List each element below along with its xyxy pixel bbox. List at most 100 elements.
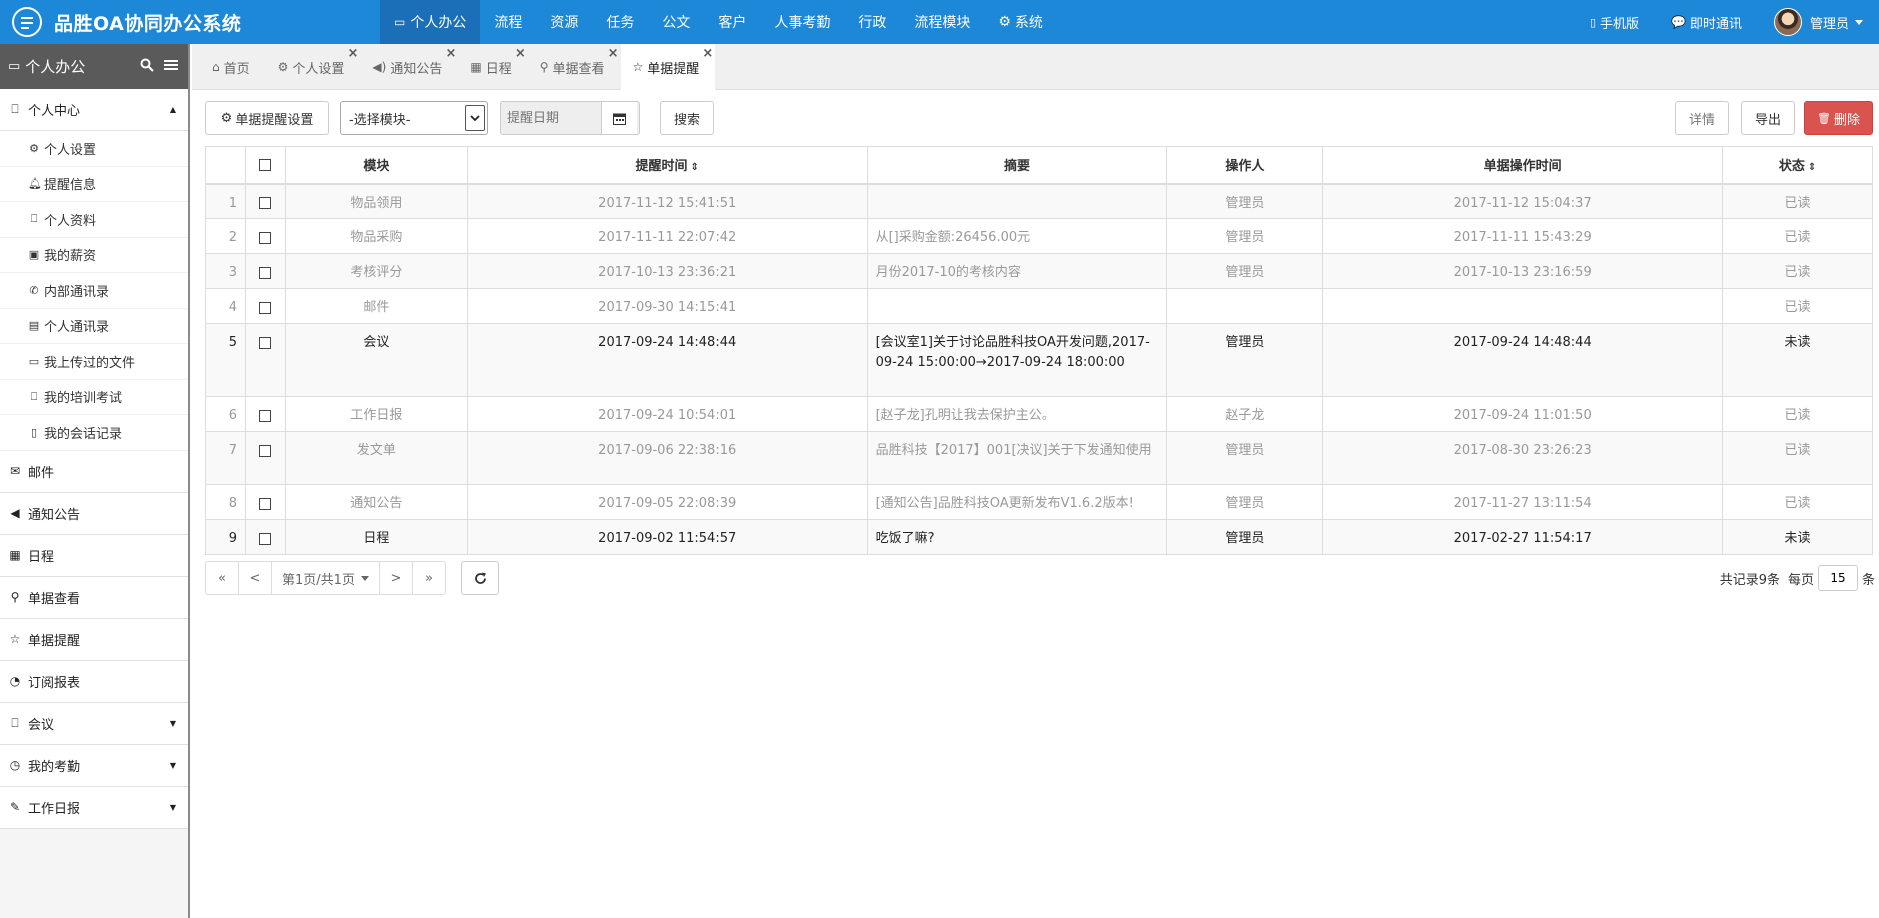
reminder-settings-button[interactable]: ⚙ 单据提醒设置: [205, 101, 329, 135]
sidebar-item-salary[interactable]: ▣ 我的薪资: [0, 237, 188, 273]
sidebar-group-document-view[interactable]: ⚲ 单据查看: [0, 576, 188, 619]
sidebar-item-uploaded-files[interactable]: ▭ 我上传过的文件: [0, 344, 188, 380]
table-row[interactable]: 6 工作日报 2017-09-24 10:54:01 [赵子龙]孔明让我去保护主…: [205, 396, 1873, 432]
cell-status: 已读: [1722, 431, 1873, 485]
last-page-button[interactable]: »: [412, 561, 446, 595]
tab-document-view[interactable]: ⚲ 单据查看 ×: [528, 44, 621, 90]
nav-item-hr[interactable]: 人事考勤: [760, 0, 844, 44]
select-all-checkbox[interactable]: [259, 158, 272, 171]
tab-personal-settings[interactable]: ⚙ 个人设置 ×: [266, 44, 361, 90]
first-page-button[interactable]: «: [205, 561, 239, 595]
row-checkbox[interactable]: [259, 301, 272, 314]
nav-item-workflow-modules[interactable]: 流程模块: [900, 0, 984, 44]
nav-item-personal-office[interactable]: ▭ 个人办公: [380, 0, 481, 44]
per-page-input[interactable]: [1817, 565, 1858, 591]
row-checkbox[interactable]: [259, 497, 272, 510]
header-remind-time[interactable]: 提醒时间 ⇕: [466, 146, 868, 185]
module-select[interactable]: -选择模块-: [340, 101, 488, 135]
page-select[interactable]: 第1页/共1页: [271, 561, 380, 595]
row-select[interactable]: [244, 431, 286, 485]
instant-messaging-link[interactable]: 💬 即时通讯: [1655, 0, 1758, 44]
module-select-value: -选择模块-: [349, 112, 411, 128]
sidebar-group-subscribed-reports[interactable]: ◔ 订阅报表: [0, 660, 188, 703]
close-icon[interactable]: ×: [348, 46, 359, 61]
sidebar-item-internal-contacts[interactable]: ✆ 内部通讯录: [0, 273, 188, 309]
remind-date-input[interactable]: [501, 102, 601, 134]
user-menu[interactable]: 管理员: [1758, 0, 1879, 44]
sidebar-group-notices[interactable]: ◀ 通知公告: [0, 492, 188, 535]
sidebar-item-reminders[interactable]: 🔔︎ 提醒信息: [0, 166, 188, 202]
calendar-icon[interactable]: [601, 102, 637, 134]
cell-op-time: 2017-09-24 14:48:44: [1322, 323, 1724, 397]
next-page-button[interactable]: >: [379, 561, 413, 595]
row-checkbox[interactable]: [259, 231, 272, 244]
row-checkbox[interactable]: [259, 336, 272, 349]
sidebar-group-mail[interactable]: ✉ 邮件: [0, 450, 188, 493]
sidebar-item-personal-contacts[interactable]: ▤ 个人通讯录: [0, 308, 188, 344]
sidebar-group-schedule[interactable]: ▦ 日程: [0, 534, 188, 577]
table-row[interactable]: 9 日程 2017-09-02 11:54:57 吃饭了嘛? 管理员 2017-…: [205, 519, 1873, 555]
sidebar-item-profile[interactable]: ⎕ 个人资料: [0, 202, 188, 238]
search-icon[interactable]: [140, 58, 154, 76]
row-select[interactable]: [244, 183, 286, 219]
sidebar-item-training-exams[interactable]: ⎕ 我的培训考试: [0, 379, 188, 415]
row-select[interactable]: [244, 253, 286, 289]
cell-summary: [866, 183, 1168, 219]
table-row[interactable]: 7 发文单 2017-09-06 22:38:16 品胜科技【2017】001[…: [205, 431, 1873, 485]
row-select[interactable]: [244, 484, 286, 520]
close-icon[interactable]: ×: [608, 46, 619, 61]
refresh-button[interactable]: [461, 561, 499, 595]
nav-item-customers[interactable]: 客户: [704, 0, 760, 44]
tab-document-reminder[interactable]: ☆ 单据提醒 ×: [620, 44, 716, 90]
cell-summary: [赵子龙]孔明让我去保护主公。: [866, 396, 1168, 432]
nav-item-tasks[interactable]: 任务: [592, 0, 648, 44]
close-icon[interactable]: ×: [702, 46, 713, 61]
row-select[interactable]: [244, 396, 286, 432]
sidebar-group-document-reminder[interactable]: ☆ 单据提醒: [0, 618, 188, 661]
table-row[interactable]: 4 邮件 2017-09-30 14:15:41 已读: [205, 288, 1873, 324]
nav-item-documents[interactable]: 公文: [648, 0, 704, 44]
tab-notices[interactable]: ◀) 通知公告 ×: [360, 44, 458, 90]
close-icon[interactable]: ×: [515, 46, 526, 61]
table-row[interactable]: 2 物品采购 2017-11-11 22:07:42 从[]采购金额:26456…: [205, 218, 1873, 254]
row-select[interactable]: [244, 288, 286, 324]
tab-schedule[interactable]: ▦ 日程 ×: [458, 44, 527, 90]
close-icon[interactable]: ×: [445, 46, 456, 61]
header-select-all[interactable]: [244, 146, 286, 185]
row-checkbox[interactable]: [259, 532, 272, 545]
chevron-down-icon: [360, 575, 369, 581]
export-button[interactable]: 导出: [1741, 101, 1795, 135]
prev-page-button[interactable]: <: [238, 561, 272, 595]
sidebar-item-personal-settings[interactable]: ⚙ 个人设置: [0, 131, 188, 167]
mobile-version-link[interactable]: ▯ 手机版: [1574, 0, 1655, 44]
sidebar-item-chat-history[interactable]: ▯ 我的会话记录: [0, 415, 188, 451]
row-select[interactable]: [244, 218, 286, 254]
row-select[interactable]: [244, 519, 286, 555]
header-status[interactable]: 状态 ⇕: [1722, 146, 1873, 185]
tab-home[interactable]: ⌂ 首页: [200, 44, 266, 90]
nav-item-resources[interactable]: 资源: [536, 0, 592, 44]
row-checkbox[interactable]: [259, 266, 272, 279]
search-button[interactable]: 搜索: [660, 101, 714, 135]
detail-button[interactable]: 详情: [1675, 101, 1729, 135]
table-row[interactable]: 8 通知公告 2017-09-05 22:08:39 [通知公告]品胜科技OA更…: [205, 484, 1873, 520]
brand[interactable]: 品胜OA协同办公系统: [0, 7, 380, 37]
nav-item-admin[interactable]: 行政: [844, 0, 900, 44]
sidebar-group-attendance[interactable]: ◷ 我的考勤 ▼: [0, 744, 188, 787]
row-checkbox[interactable]: [259, 409, 272, 422]
row-checkbox[interactable]: [259, 197, 272, 209]
menu-icon[interactable]: [164, 58, 178, 76]
table-header-row: 模块 提醒时间 ⇕ 摘要 操作人 单据操作时间 状态 ⇕: [205, 146, 1873, 185]
nav-item-workflow[interactable]: 流程: [480, 0, 536, 44]
sort-icon: ⇕: [690, 162, 699, 174]
nav-item-system[interactable]: ⚙ 系统: [984, 0, 1057, 44]
table-row[interactable]: 1 物品领用 2017-11-12 15:41:51 管理员 2017-11-1…: [205, 183, 1873, 219]
row-select[interactable]: [244, 323, 286, 397]
row-checkbox[interactable]: [259, 444, 272, 457]
table-row[interactable]: 3 考核评分 2017-10-13 23:36:21 月份2017-10的考核内…: [205, 253, 1873, 289]
sidebar-group-daily-report[interactable]: ✎ 工作日报 ▼: [0, 786, 188, 829]
table-row[interactable]: 5 会议 2017-09-24 14:48:44 [会议室1]关于讨论品胜科技O…: [205, 323, 1873, 397]
sidebar-group-personal-center[interactable]: ⎕ 个人中心 ▲: [0, 89, 188, 131]
delete-button[interactable]: 🗑︎ 删除: [1804, 101, 1873, 135]
sidebar-group-meetings[interactable]: ⎕ 会议 ▼: [0, 702, 188, 745]
